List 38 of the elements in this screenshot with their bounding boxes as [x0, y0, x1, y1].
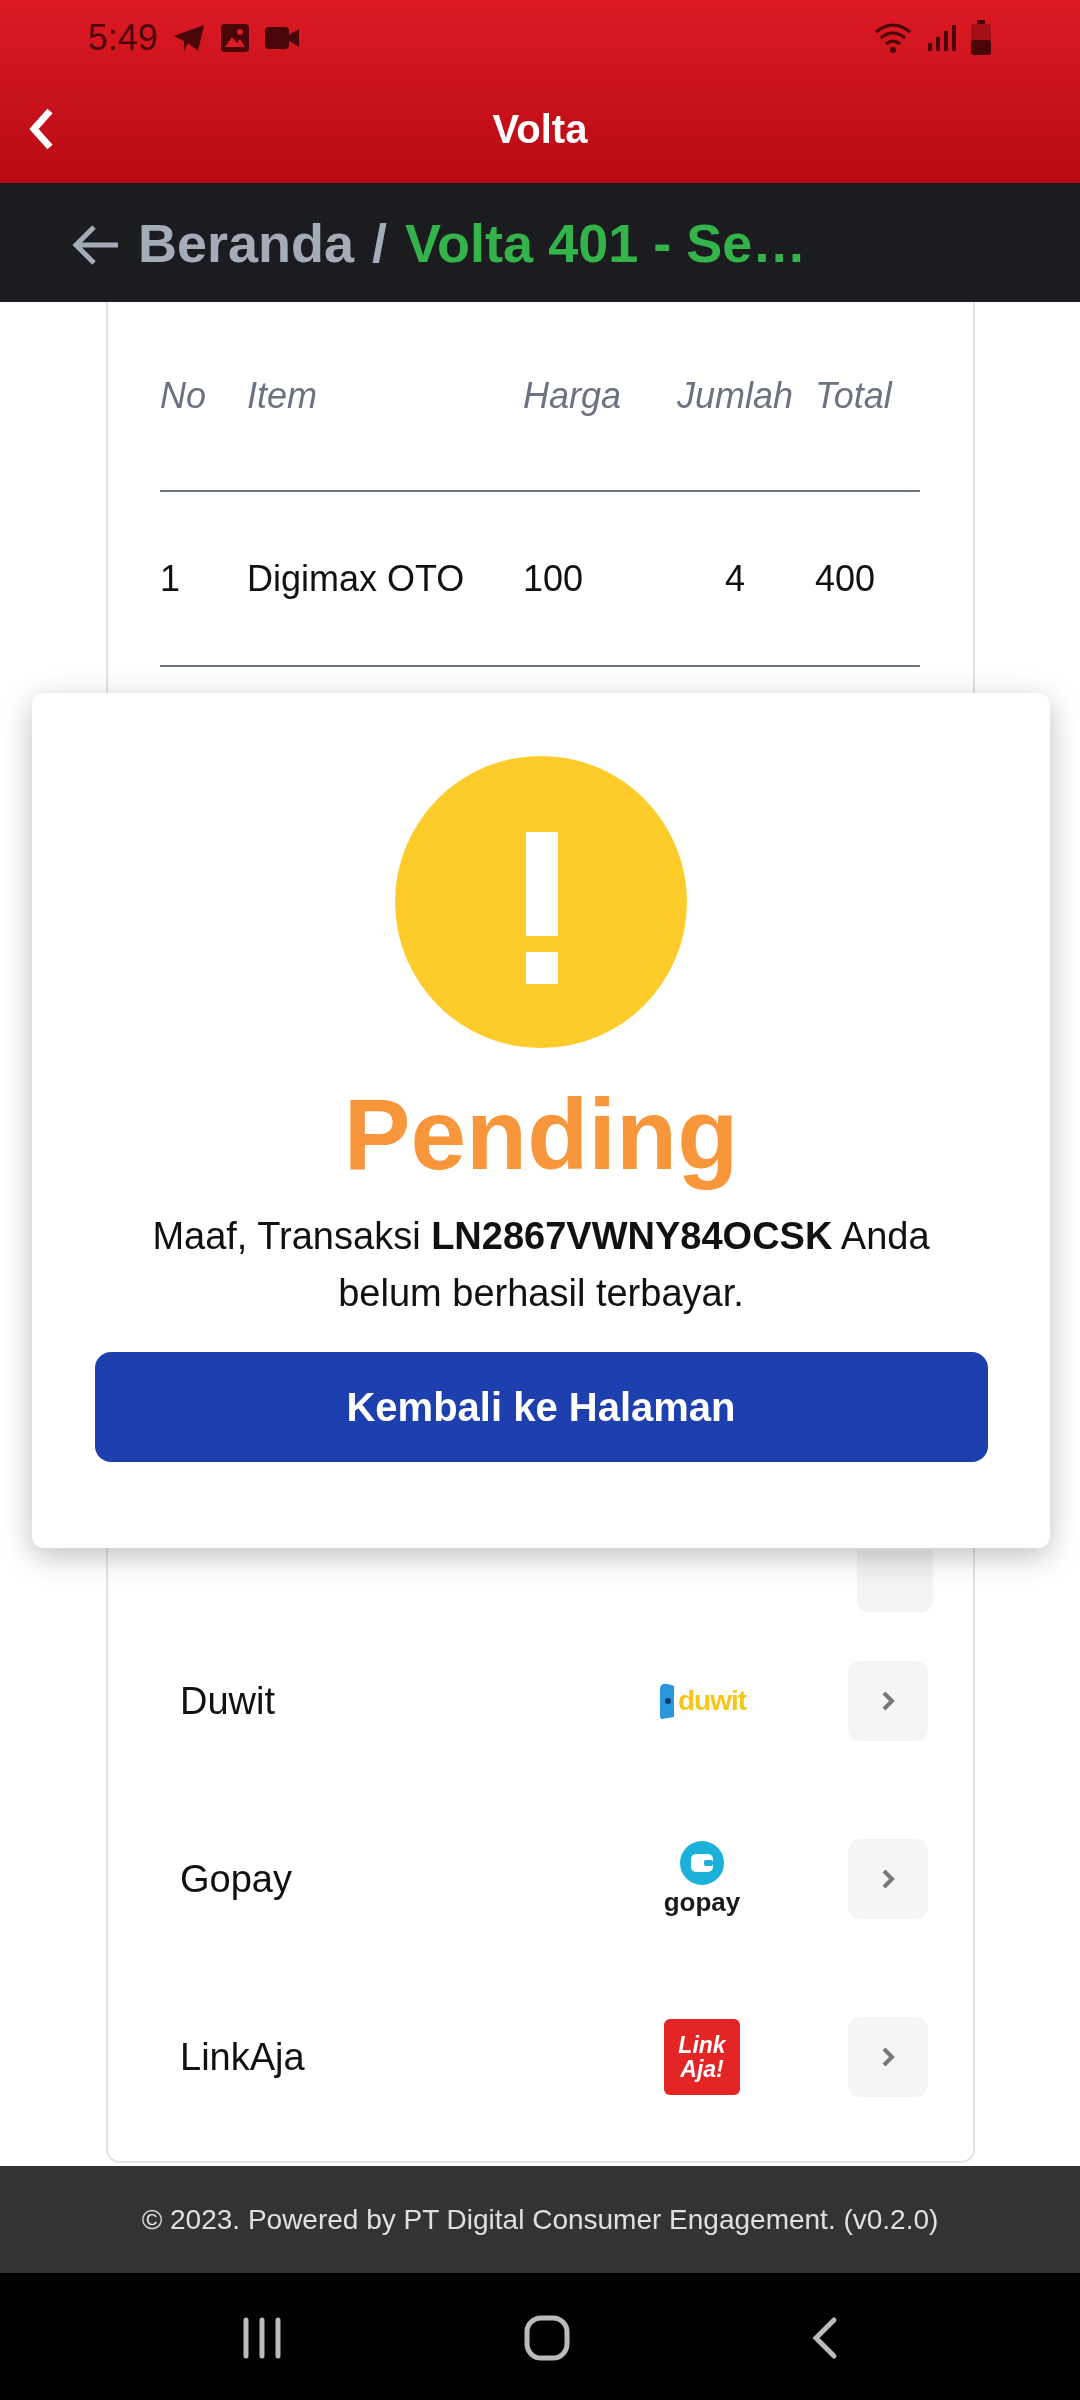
chevron-right-icon — [881, 2046, 895, 2068]
wallet-icon — [680, 1840, 724, 1885]
battery-icon — [970, 19, 992, 56]
table-cell: 100 — [523, 557, 584, 599]
chevron-right-icon — [881, 1690, 895, 1712]
home-icon[interactable] — [523, 2314, 571, 2362]
column-header: Jumlah — [676, 375, 794, 416]
payment-method-name: Gopay — [180, 1857, 293, 1901]
column-header: Total — [815, 375, 892, 416]
toggle-button[interactable] — [857, 1550, 933, 1612]
column-header: Harga — [523, 375, 622, 416]
warning-icon — [395, 756, 687, 1048]
status-title: Pending — [343, 1077, 739, 1192]
breadcrumb-item[interactable]: Beranda — [138, 211, 355, 274]
footer-text: © 2023. Powered by PT Digital Consumer Engagement. (v0.2.0) — [141, 2203, 939, 2236]
logo-badge: Link Aja! — [664, 2019, 740, 2095]
status-time: 5:49 — [88, 16, 159, 59]
logo-text: gopay — [663, 1886, 741, 1918]
table-cell: 1 — [160, 557, 181, 599]
image-icon — [220, 22, 251, 53]
payment-method-name: Duwit — [180, 1679, 277, 1723]
chevron-right-icon — [881, 1868, 895, 1890]
signal-icon — [926, 22, 956, 53]
back-to-page-button[interactable]: Kembali ke Halaman — [94, 1352, 988, 1462]
wifi-icon — [874, 21, 912, 54]
breadcrumb-item[interactable]: Volta 401 - Se… — [405, 211, 807, 274]
send-icon — [172, 22, 207, 53]
payment-method-name: LinkAja — [180, 2035, 306, 2079]
column-header: Item — [247, 375, 317, 416]
pocket-icon — [657, 1683, 676, 1719]
table-cell: 4 — [725, 557, 745, 599]
status-message: Maaf, Transaksi LN2867VWNY84OCSK Anda belum berhasil terbayar. — [151, 1214, 931, 1316]
table-cell: 400 — [815, 557, 876, 599]
logo-text: duwit — [677, 1685, 747, 1717]
breadcrumb-separator: / — [372, 211, 388, 274]
column-header: No — [160, 375, 207, 416]
app-title: Volta — [492, 106, 588, 152]
table-cell: Digimax OTO — [247, 557, 465, 599]
